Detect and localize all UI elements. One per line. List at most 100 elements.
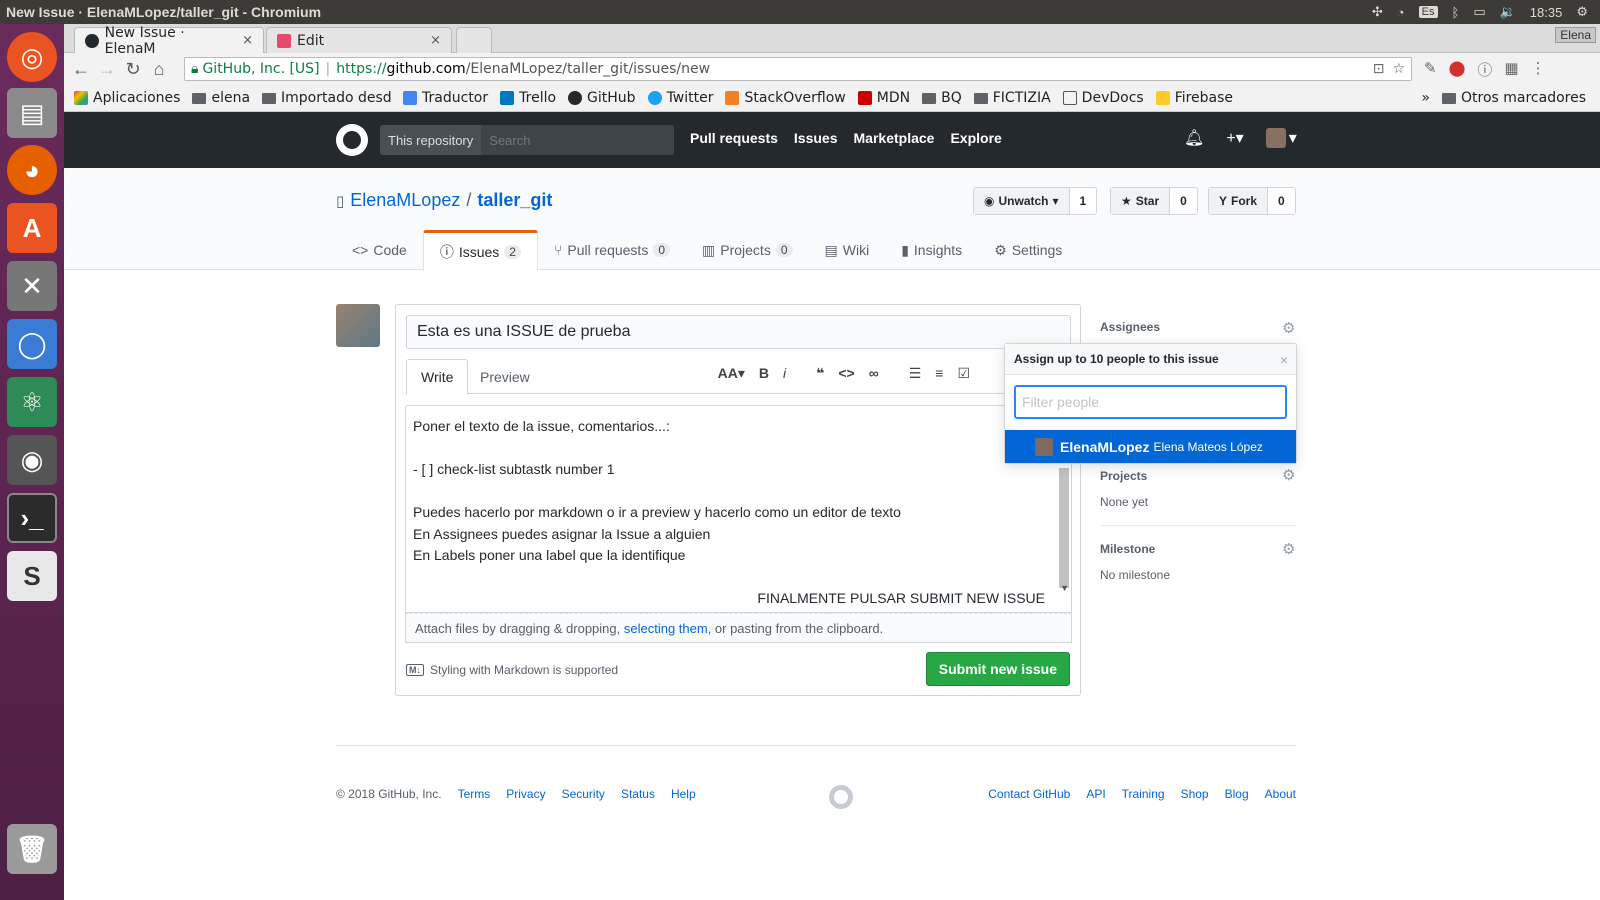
- bookmark-folder-importado[interactable]: Importado desde: [262, 90, 391, 106]
- tab-settings[interactable]: ⚙ Settings: [978, 230, 1078, 270]
- repo-owner-link[interactable]: ElenaMLopez: [350, 190, 460, 211]
- extension-pen-icon[interactable]: ✎: [1424, 59, 1437, 80]
- network-icon[interactable]: ✣: [1372, 4, 1383, 20]
- projects-gear-icon[interactable]: ⚙: [1282, 466, 1295, 484]
- assignees-heading[interactable]: Assignees: [1100, 320, 1160, 334]
- task-list-icon[interactable]: ☑: [957, 365, 970, 382]
- bold-icon[interactable]: B: [759, 365, 769, 382]
- software-center-icon[interactable]: A: [7, 203, 57, 253]
- bookmark-devdocs[interactable]: DevDocs: [1062, 90, 1144, 106]
- tab-code[interactable]: <> Code: [336, 230, 423, 270]
- markdown-note-text[interactable]: Styling with Markdown is supported: [430, 663, 618, 677]
- fork-count[interactable]: 0: [1268, 188, 1295, 214]
- ubuntu-dash-icon[interactable]: ◎: [7, 32, 57, 82]
- bookmark-folder-otros[interactable]: Otros marcadores: [1441, 90, 1586, 106]
- bookmark-folder-elena[interactable]: elena: [192, 90, 250, 106]
- reload-icon[interactable]: ↻: [120, 59, 146, 80]
- bookmark-traductor[interactable]: Traductor: [403, 90, 488, 106]
- nav-marketplace[interactable]: Marketplace: [854, 130, 935, 146]
- filter-people-input[interactable]: [1014, 385, 1287, 419]
- issue-body-textarea[interactable]: Poner el texto de la issue, comentarios.…: [405, 405, 1072, 613]
- menu-icon[interactable]: ⋮: [1531, 59, 1546, 80]
- clock[interactable]: 18:35: [1530, 5, 1563, 20]
- new-tab-button[interactable]: [456, 27, 492, 53]
- milestone-gear-icon[interactable]: ⚙: [1282, 540, 1295, 558]
- search-input[interactable]: [481, 125, 672, 155]
- footer-link-training[interactable]: Training: [1122, 787, 1165, 801]
- extension-grid-icon[interactable]: ▦: [1504, 59, 1518, 80]
- footer-link-contact[interactable]: Contact GitHub: [988, 787, 1070, 801]
- tab-edit[interactable]: Edit ×: [266, 27, 452, 53]
- battery-icon[interactable]: ▭: [1473, 4, 1485, 20]
- tab-new-issue[interactable]: New Issue · ElenaM ×: [74, 25, 264, 57]
- bookmark-folder-bq[interactable]: BQ: [922, 90, 962, 106]
- repo-name-link[interactable]: taller_git: [477, 190, 552, 211]
- watch-count[interactable]: 1: [1070, 188, 1097, 214]
- forward-icon[interactable]: →: [94, 59, 120, 80]
- volume-icon[interactable]: 🔉: [1500, 4, 1516, 20]
- extension-opera-icon[interactable]: ⬤: [1449, 59, 1466, 80]
- bookmark-star-icon[interactable]: ☆: [1392, 61, 1405, 77]
- tab-pull-requests[interactable]: ⑂ Pull requests 0: [538, 230, 686, 270]
- extension-info-icon[interactable]: ⓘ: [1477, 59, 1492, 80]
- back-icon[interactable]: ←: [68, 59, 94, 80]
- nav-pull-requests[interactable]: Pull requests: [690, 130, 778, 146]
- address-bar[interactable]: 🔒︎ GitHub, Inc. [US] | https:// github.c…: [184, 57, 1412, 81]
- system-settings-icon[interactable]: ⚙: [1576, 4, 1588, 20]
- terminal-icon[interactable]: ›_: [7, 493, 57, 543]
- scroll-down-arrow-icon[interactable]: ▼: [1060, 583, 1069, 593]
- tab-projects[interactable]: ▥ Projects 0: [686, 230, 809, 270]
- close-tab-icon[interactable]: ×: [242, 33, 253, 48]
- keyboard-indicator[interactable]: Es: [1418, 6, 1438, 18]
- assignee-option[interactable]: ElenaMLopez Elena Mateos López: [1005, 430, 1296, 463]
- footer-link-shop[interactable]: Shop: [1181, 787, 1209, 801]
- slack-icon[interactable]: S: [7, 551, 57, 601]
- bookmark-folder-fictizia[interactable]: FICTIZIA: [973, 90, 1051, 106]
- link-icon[interactable]: ∞: [869, 365, 879, 382]
- github-logo-icon[interactable]: [336, 124, 368, 156]
- code-icon[interactable]: <>: [838, 365, 854, 382]
- unwatch-button[interactable]: ◉ Unwatch ▾: [974, 188, 1070, 214]
- footer-link-status[interactable]: Status: [621, 787, 655, 801]
- header-text-icon[interactable]: AA▾: [718, 365, 745, 382]
- nav-issues[interactable]: Issues: [794, 130, 838, 146]
- close-icon[interactable]: ×: [1280, 352, 1288, 368]
- home-icon[interactable]: ⌂: [146, 59, 172, 80]
- bookmark-github[interactable]: GitHub: [568, 90, 636, 106]
- textarea-scrollbar[interactable]: [1059, 468, 1069, 588]
- search-scope[interactable]: This repository: [380, 125, 482, 155]
- tab-write[interactable]: Write: [406, 359, 469, 395]
- fork-button[interactable]: Y Fork: [1209, 188, 1269, 214]
- bookmark-twitter[interactable]: Twitter: [647, 90, 713, 106]
- numbered-list-icon[interactable]: ≡: [935, 365, 943, 382]
- atom-icon[interactable]: ⚛: [7, 377, 57, 427]
- italic-icon[interactable]: i: [783, 365, 786, 382]
- tab-insights[interactable]: ▮ Insights: [885, 230, 978, 270]
- bulleted-list-icon[interactable]: ☰: [909, 365, 922, 382]
- tab-issues[interactable]: ⓘ Issues 2: [422, 230, 538, 271]
- attach-files-bar[interactable]: Attach files by dragging & dropping, sel…: [405, 613, 1072, 643]
- issue-title-input[interactable]: [406, 315, 1071, 349]
- bookmark-apps[interactable]: Aplicaciones: [74, 90, 180, 106]
- bookmark-mdn[interactable]: MDN: [857, 90, 910, 106]
- footer-link-help[interactable]: Help: [671, 787, 696, 801]
- footer-link-blog[interactable]: Blog: [1225, 787, 1249, 801]
- star-button[interactable]: ★ Star: [1111, 188, 1171, 214]
- footer-link-security[interactable]: Security: [562, 787, 605, 801]
- tab-wiki[interactable]: ▤ Wiki: [809, 230, 886, 270]
- bookmark-stackoverflow[interactable]: StackOverflow: [725, 90, 846, 106]
- system-tools-icon[interactable]: ✕: [7, 261, 57, 311]
- bookmark-trello[interactable]: Trello: [500, 90, 556, 106]
- nav-explore[interactable]: Explore: [950, 130, 1001, 146]
- select-files-link[interactable]: selecting them: [624, 621, 708, 636]
- trash-icon[interactable]: 🗑: [7, 824, 57, 874]
- firefox-icon[interactable]: ◕: [7, 145, 57, 195]
- quote-icon[interactable]: ❝: [816, 365, 824, 382]
- star-count[interactable]: 0: [1170, 188, 1197, 214]
- footer-link-terms[interactable]: Terms: [458, 787, 491, 801]
- footer-link-privacy[interactable]: Privacy: [506, 787, 545, 801]
- milestone-heading[interactable]: Milestone: [1100, 542, 1155, 556]
- avatar[interactable]: [336, 304, 380, 347]
- bookmark-firebase[interactable]: Firebase: [1155, 90, 1233, 106]
- footer-link-api[interactable]: API: [1086, 787, 1105, 801]
